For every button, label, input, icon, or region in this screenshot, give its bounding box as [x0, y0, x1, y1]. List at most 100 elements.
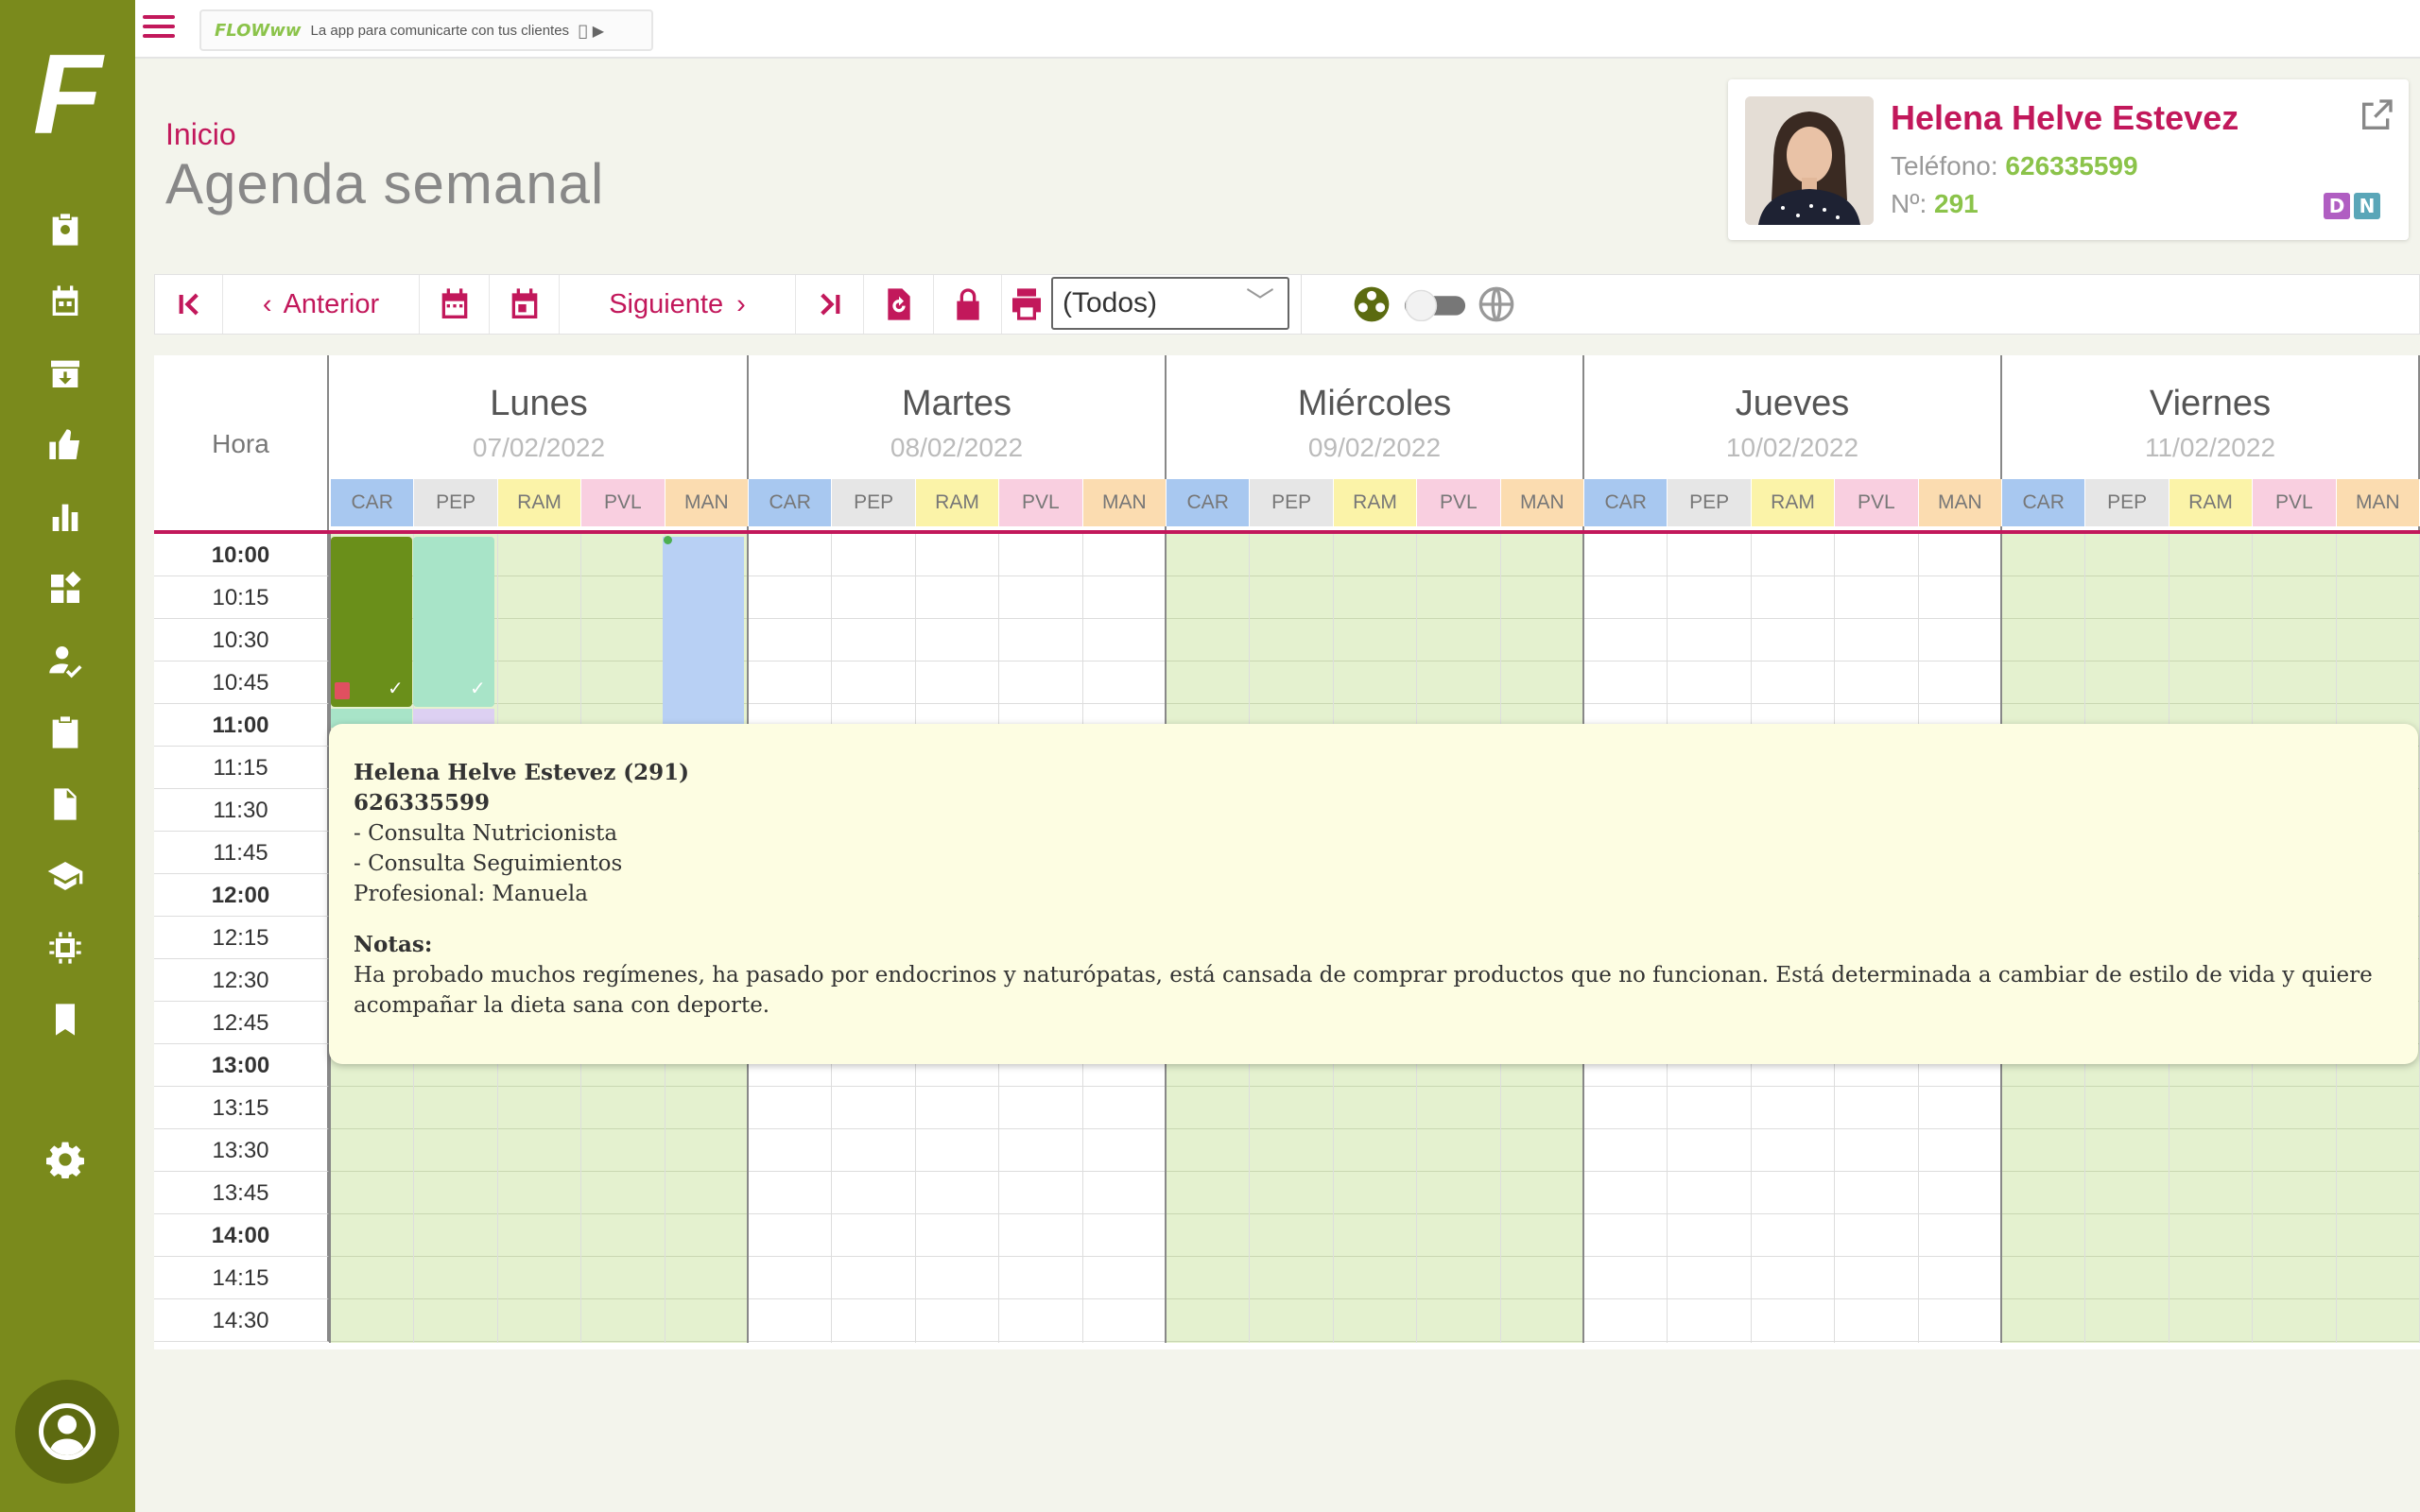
day-name: Viernes — [2149, 384, 2272, 423]
professional-header: PEP — [414, 479, 498, 526]
patient-phone: Teléfono: 626335599 — [1891, 151, 2138, 181]
status-dot — [664, 536, 672, 544]
refresh-icon[interactable] — [864, 275, 934, 334]
hour-label: 12:15 — [154, 917, 329, 959]
hour-label: 14:30 — [154, 1299, 329, 1342]
day-column-0: Lunes 07/02/2022 CAR PEP RAM PVL MAN — [331, 355, 749, 533]
widgets-icon[interactable] — [43, 567, 87, 610]
hour-label: 12:45 — [154, 1002, 329, 1044]
next-button[interactable]: Siguiente › — [560, 275, 796, 334]
hour-label: 11:00 — [154, 704, 329, 747]
page-title: Agenda semanal — [165, 152, 605, 215]
tag-d: D — [2324, 193, 2350, 219]
document-icon[interactable] — [43, 782, 87, 826]
promo-banner[interactable]: FLOWww La app para comunicarte con tus c… — [199, 9, 653, 51]
professional-header: MAN — [1918, 479, 2002, 526]
user-check-icon[interactable] — [43, 639, 87, 682]
professional-header: RAM — [1751, 479, 1836, 526]
hamburger-menu-icon[interactable] — [143, 15, 175, 42]
first-week-button[interactable] — [155, 275, 223, 334]
phone-label: Teléfono: — [1891, 151, 1998, 180]
day-name: Miércoles — [1297, 384, 1452, 423]
professional-header: RAM — [1333, 479, 1418, 526]
professional-header: CAR — [1167, 479, 1251, 526]
professional-header: RAM — [497, 479, 582, 526]
tooltip-professional: Profesional: Manuela — [354, 882, 588, 906]
patient-name[interactable]: Helena Helve Estevez — [1891, 98, 2238, 138]
previous-label: Anterior — [283, 288, 380, 319]
check-icon: ✓ — [470, 677, 486, 699]
professional-header: CAR — [331, 479, 415, 526]
filter-value: (Todos) — [1063, 287, 1158, 318]
day-name: Lunes — [490, 384, 588, 423]
professional-filter-select[interactable]: (Todos) ﹀ — [1051, 277, 1289, 330]
patient-card: Helena Helve Estevez Teléfono: 626335599… — [1728, 79, 2409, 240]
day-column-3: Jueves 10/02/2022 CAR PEP RAM PVL MAN — [1584, 355, 2002, 533]
view-toggle[interactable] — [1401, 275, 1469, 334]
archive-icon[interactable] — [43, 352, 87, 395]
day-date: 08/02/2022 — [890, 433, 1024, 462]
clipboard-icon[interactable] — [43, 711, 87, 754]
professional-header: PEP — [832, 479, 916, 526]
user-account-icon[interactable] — [15, 1380, 119, 1484]
professional-header: PVL — [581, 479, 666, 526]
tooltip-patient: Helena Helve Estevez (291) — [354, 760, 690, 785]
professional-header: MAN — [1500, 479, 1584, 526]
professional-header: CAR — [749, 479, 833, 526]
appointment-tooltip: Helena Helve Estevez (291) 626335599 - C… — [329, 724, 2418, 1064]
toolbar-divider — [1301, 275, 1302, 334]
professional-header: PEP — [1250, 479, 1334, 526]
print-icon[interactable] — [1002, 275, 1051, 334]
hour-label: 10:15 — [154, 576, 329, 619]
hour-label: 11:15 — [154, 747, 329, 789]
day-name: Martes — [901, 384, 1012, 423]
previous-button[interactable]: ‹ Anterior — [223, 275, 420, 334]
day-date: 10/02/2022 — [1725, 433, 1859, 462]
thumbs-up-icon[interactable] — [43, 423, 87, 467]
professional-header: CAR — [2002, 479, 2086, 526]
film-reel-icon[interactable] — [1348, 275, 1395, 334]
hour-label: 12:00 — [154, 874, 329, 917]
tooltip-notes-label: Notas: — [354, 932, 433, 957]
agenda-toolbar: ‹ Anterior Siguiente › (Todos) ﹀ — [154, 274, 2420, 335]
professional-header: MAN — [1082, 479, 1167, 526]
chip-icon[interactable] — [43, 926, 87, 970]
professional-header: PVL — [1835, 479, 1919, 526]
professional-header: RAM — [915, 479, 1000, 526]
last-week-button[interactable] — [796, 275, 864, 334]
number-value: 291 — [1934, 189, 1979, 218]
graduation-cap-icon[interactable] — [43, 854, 87, 898]
hour-label: 11:30 — [154, 789, 329, 832]
banner-tagline: La app para comunicarte con tus clientes — [310, 22, 570, 39]
professional-header: PVL — [2253, 479, 2337, 526]
bookmark-icon[interactable] — [43, 998, 87, 1041]
app-logo: F — [32, 31, 103, 158]
tooltip-phone: 626335599 — [354, 790, 491, 816]
professional-header: MAN — [2336, 479, 2420, 526]
lock-icon[interactable] — [934, 275, 1002, 334]
settings-gear-icon[interactable] — [43, 1138, 87, 1181]
hour-label: 10:00 — [154, 534, 329, 576]
banner-brand: FLOWww — [215, 20, 302, 41]
today-button[interactable] — [490, 275, 560, 334]
phone-value: 626335599 — [2005, 151, 2138, 180]
contact-card-icon[interactable] — [43, 208, 87, 251]
globe-icon[interactable] — [1473, 275, 1520, 334]
appointment-block[interactable] — [663, 537, 744, 726]
breadcrumb[interactable]: Inicio — [165, 117, 236, 152]
open-external-icon[interactable] — [2358, 96, 2395, 134]
number-label: Nº: — [1891, 189, 1927, 218]
tooltip-notes: Ha probado muchos regímenes, ha pasado p… — [354, 963, 2373, 1018]
hour-label: 13:00 — [154, 1044, 329, 1087]
store-badges-icon:  ▶ — [579, 21, 604, 40]
day-column-1: Martes 08/02/2022 CAR PEP RAM PVL MAN — [749, 355, 1167, 533]
sidebar: F — [0, 0, 135, 1512]
calendar-picker-button[interactable] — [420, 275, 490, 334]
bar-chart-icon[interactable] — [43, 495, 87, 539]
day-date: 09/02/2022 — [1307, 433, 1442, 462]
hour-label: 14:15 — [154, 1257, 329, 1299]
hour-label: 13:45 — [154, 1172, 329, 1214]
hour-label: 13:15 — [154, 1087, 329, 1129]
chevron-down-icon: ﹀ — [1246, 287, 1274, 318]
calendar-icon[interactable] — [43, 280, 87, 323]
